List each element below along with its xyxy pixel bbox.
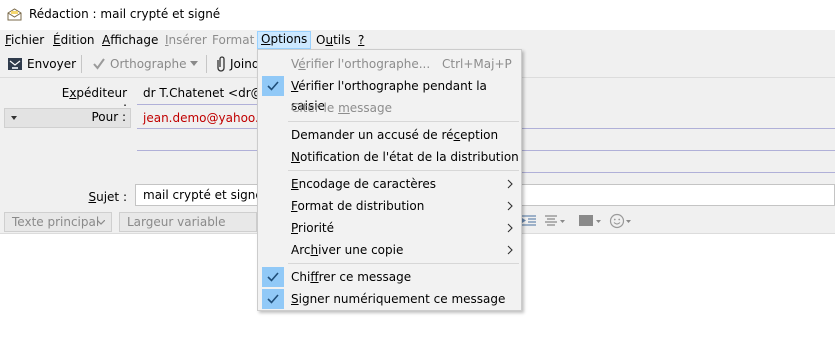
- toolbar-separator: [206, 55, 207, 73]
- subject-label: Sujet :: [88, 190, 127, 204]
- chevron-down-icon: [11, 116, 17, 120]
- menu-item-encrypt-message[interactable]: Chiffrer ce message: [258, 267, 521, 287]
- checkmark-icon: [93, 58, 105, 70]
- options-dropdown-menu: Vérifier l'orthographe... Ctrl+Maj+P Vér…: [257, 49, 522, 311]
- chevron-down-icon: [190, 61, 198, 66]
- checkmark-icon: [262, 289, 284, 309]
- checkmark-icon: [262, 76, 284, 96]
- menu-item-priority[interactable]: Priorité: [258, 218, 521, 238]
- to-field[interactable]: jean.demo@yahoo.fr: [143, 111, 268, 125]
- menu-item-sign-message[interactable]: Signer numériquement ce message: [258, 289, 521, 309]
- spelling-dropdown[interactable]: [189, 54, 201, 74]
- menu-format[interactable]: Format: [209, 32, 257, 49]
- compose-mail-icon: [7, 8, 22, 21]
- menu-item-archive-copy[interactable]: Archiver une copie: [258, 240, 521, 260]
- chevron-right-icon: [507, 179, 513, 189]
- to-field-underline: [137, 128, 257, 129]
- paperclip-icon: [217, 56, 225, 72]
- align-icon[interactable]: [545, 215, 567, 227]
- menu-fichier[interactable]: Fichier: [2, 32, 47, 49]
- send-icon: [8, 58, 22, 70]
- font-select[interactable]: Largeur variable: [119, 212, 257, 232]
- menu-item-spellcheck-as-you-type[interactable]: Vérifier l'orthographe pendant la saisie: [258, 76, 521, 113]
- insert-image-icon[interactable]: [579, 214, 603, 228]
- menu-item-delivery-notification[interactable]: Notification de l'état de la distributio…: [258, 147, 521, 167]
- menu-help[interactable]: ?: [355, 32, 367, 49]
- recipient-empty-row: [137, 150, 257, 151]
- subject-input-right[interactable]: [521, 184, 835, 206]
- menu-item-quote-message[interactable]: Citer le message: [258, 98, 521, 118]
- chevron-right-icon: [507, 223, 513, 233]
- window-title: Rédaction : mail crypté et signé: [29, 7, 221, 21]
- menu-edition[interactable]: Édition: [50, 32, 98, 49]
- menu-inserer[interactable]: Insérer: [162, 32, 210, 49]
- recipient-empty-row-right: [522, 150, 835, 151]
- indent-icon[interactable]: [522, 215, 536, 227]
- recipient-empty-row-right: [522, 172, 835, 173]
- menu-outils[interactable]: Outils: [313, 32, 354, 49]
- chevron-down-icon: [97, 220, 105, 225]
- menu-item-character-encoding[interactable]: Encodage de caractères: [258, 174, 521, 194]
- menu-affichage[interactable]: Affichage: [99, 32, 161, 49]
- menu-options[interactable]: Options: [257, 31, 312, 49]
- menu-separator: [288, 263, 519, 264]
- subject-input[interactable]: mail crypté et signé: [135, 184, 263, 206]
- menu-item-check-spelling[interactable]: Vérifier l'orthographe... Ctrl+Maj+P: [258, 54, 521, 74]
- menu-item-return-receipt[interactable]: Demander un accusé de réception: [258, 125, 521, 145]
- checkmark-icon: [262, 267, 284, 287]
- title-bar: Rédaction : mail crypté et signé: [0, 0, 835, 30]
- menu-item-delivery-format[interactable]: Format de distribution: [258, 196, 521, 216]
- paragraph-style-select[interactable]: Texte principal: [4, 212, 112, 232]
- recipient-type-select[interactable]: Pour :: [4, 108, 131, 128]
- menu-separator: [288, 170, 519, 171]
- chevron-right-icon: [507, 201, 513, 211]
- to-field-underline-right: [522, 128, 835, 129]
- smiley-icon[interactable]: [609, 213, 635, 229]
- chevron-right-icon: [507, 245, 513, 255]
- toolbar-separator: [81, 55, 82, 73]
- menu-separator: [288, 121, 519, 122]
- menu-bar: Fichier Édition Affichage Insérer Format…: [0, 30, 835, 50]
- from-field-underline: [137, 104, 257, 105]
